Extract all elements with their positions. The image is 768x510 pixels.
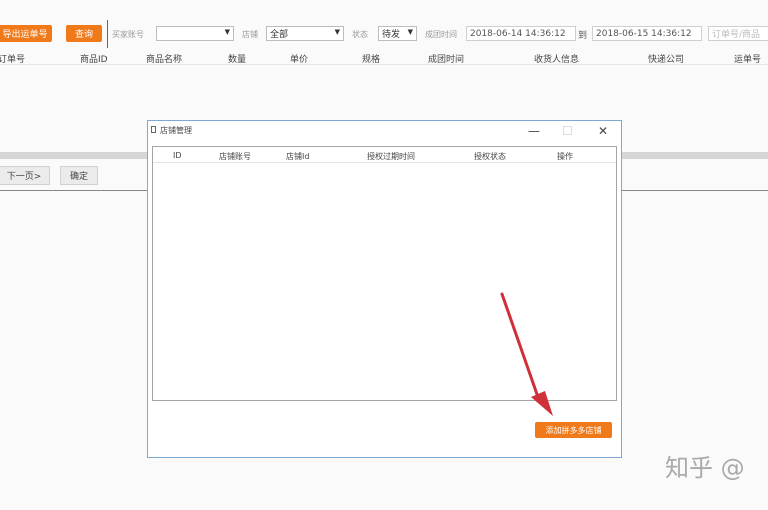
- query-button[interactable]: 查询: [66, 25, 102, 42]
- dialog-title-icon: [151, 126, 156, 133]
- import-waybill-button[interactable]: 导出运单号: [0, 25, 52, 42]
- date-to-label: 到: [578, 31, 588, 41]
- date-from-input[interactable]: 2018-06-14 14:36:12: [466, 26, 576, 41]
- annotation-arrow-shaft: [500, 292, 541, 402]
- dialog-column-store-account: 店铺账号: [219, 152, 251, 161]
- status-label: 状态: [352, 30, 368, 39]
- store-select[interactable]: 全部 ▼: [266, 26, 344, 41]
- chevron-down-icon: ▼: [334, 28, 340, 36]
- chevron-down-icon: ▼: [407, 28, 413, 36]
- close-icon[interactable]: ✕: [598, 124, 608, 138]
- dialog-column-actions: 操作: [557, 152, 573, 161]
- status-select[interactable]: 待发 ▼: [378, 26, 417, 41]
- status-value: 待发: [382, 30, 401, 40]
- maximize-icon[interactable]: ☐: [562, 124, 573, 138]
- confirm-button[interactable]: 确定: [60, 166, 98, 185]
- date-to-input[interactable]: 2018-06-15 14:36:12: [592, 26, 702, 41]
- dialog-title: 店铺管理: [160, 126, 192, 135]
- chevron-down-icon: ▼: [224, 28, 230, 36]
- buyer-account-label: 买家账号: [112, 30, 144, 39]
- add-pdd-store-button[interactable]: 添加拼多多店铺: [535, 422, 612, 438]
- minimize-icon[interactable]: —: [528, 124, 540, 138]
- store-value: 全部: [270, 30, 289, 40]
- dialog-column-auth-status: 授权状态: [474, 152, 506, 161]
- dialog-column-store-id: 店铺Id: [286, 152, 310, 161]
- dialog-column-auth-expire: 授权过期时间: [367, 152, 415, 161]
- store-label: 店铺: [242, 30, 258, 39]
- annotation-arrow: [500, 292, 553, 416]
- zhihu-watermark: 知乎 @: [665, 454, 745, 482]
- toolbar-divider: [107, 20, 108, 48]
- next-page-button[interactable]: 下一页>: [0, 166, 50, 185]
- buyer-account-select[interactable]: ▼: [156, 26, 234, 41]
- dialog-table-header-line: [153, 162, 616, 163]
- pay-time-label: 成团时间: [425, 30, 457, 39]
- table-header-line: [0, 64, 768, 65]
- annotation-arrow-head: [531, 391, 553, 416]
- dialog-column-id: ID: [173, 151, 182, 160]
- extra-search-input[interactable]: 订单号/商品: [708, 26, 768, 41]
